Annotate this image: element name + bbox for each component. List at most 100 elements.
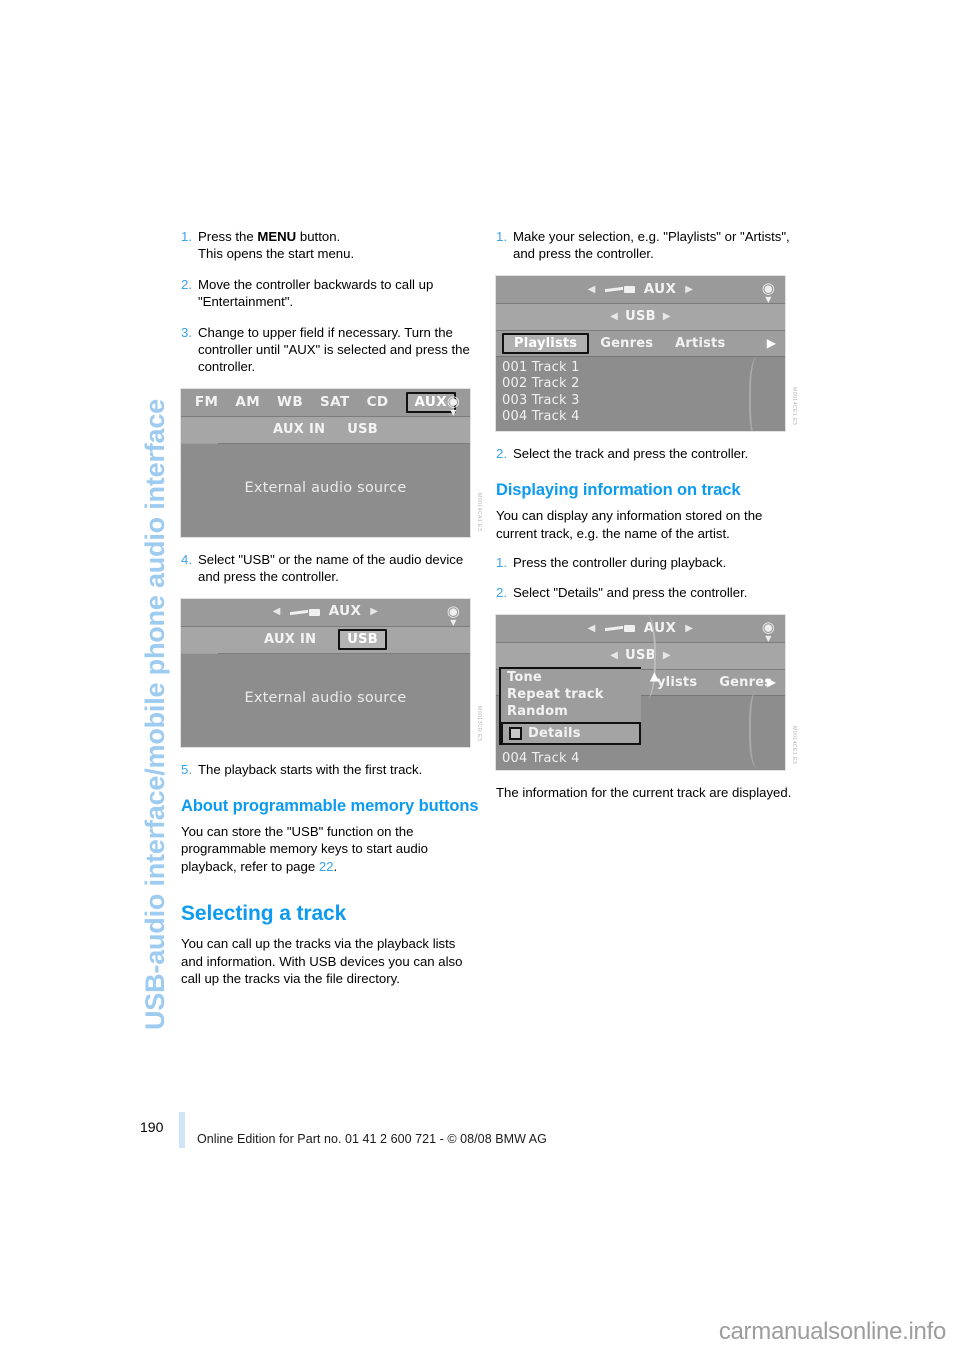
- aux-header-bar: ◀ AUX ▶ ◉ ▼: [181, 598, 470, 627]
- aux-subsource-bar: AUX IN USB: [181, 416, 470, 444]
- popup-up-arrow-icon[interactable]: ▲: [650, 668, 659, 685]
- category-playlists-selected[interactable]: Playlists: [502, 332, 590, 355]
- more-categories-arrow-icon[interactable]: ▶: [767, 335, 776, 352]
- usb-nav: ◀ USB ▶: [610, 308, 671, 325]
- popup-item-random[interactable]: Random: [501, 703, 641, 720]
- figure-options-popup: ◀ AUX ▶ ◉ ▼ ◀ USB ▶ ylists Genres ▶ Tone…: [496, 614, 797, 770]
- popup-item-tone[interactable]: Tone: [501, 669, 641, 686]
- track-list-item[interactable]: 004 Track 4: [502, 409, 785, 426]
- scroll-indicator[interactable]: [749, 690, 769, 768]
- aux-header-center: ◀ AUX ▶: [588, 281, 694, 298]
- idrive-screenshot: ◀ AUX ▶ ◉▼ AUX IN USB Set External audio…: [181, 598, 470, 747]
- usb-subsource-bar: ◀ USB ▶: [496, 303, 785, 331]
- category-genres[interactable]: Genres: [589, 335, 664, 352]
- prev-arrow-icon[interactable]: ◀: [610, 647, 618, 664]
- paragraph-selecting-a-track: You can call up the tracks via the playb…: [181, 936, 463, 987]
- footer-edition-text: Online Edition for Part no. 01 41 2 600 …: [197, 1132, 547, 1146]
- source-tab-bar: FM AM WB SAT CD AUX ◉ ▼: [181, 388, 470, 417]
- next-arrow-icon[interactable]: ▶: [370, 603, 378, 620]
- popup-item-details-selected[interactable]: Details: [501, 721, 641, 745]
- track-list-item[interactable]: 001 Track 1: [502, 360, 785, 377]
- source-tab-cd[interactable]: CD: [367, 394, 389, 411]
- site-watermark: carmanualsonline.info: [718, 1318, 946, 1345]
- aux-header-label: AUX: [643, 280, 677, 297]
- settings-gear-icon[interactable]: ◉ ▼: [443, 602, 464, 627]
- step-number: 2.: [496, 585, 507, 601]
- subsource-aux-in[interactable]: AUX IN: [264, 631, 316, 648]
- track-list-item[interactable]: 003 Track 3: [502, 393, 785, 410]
- external-audio-source-label: External audio source: [244, 689, 407, 706]
- source-tab-sat[interactable]: SAT: [320, 394, 350, 411]
- settings-gear-icon[interactable]: ◉ ▼: [758, 618, 779, 643]
- settings-gear-icon[interactable]: ◉ ▼: [443, 392, 464, 417]
- step-number: 2.: [496, 445, 507, 461]
- prev-arrow-icon[interactable]: ◀: [588, 620, 596, 637]
- aux-header-center: ◀ AUX ▶: [273, 603, 379, 620]
- paragraph-text-end: .: [333, 858, 338, 874]
- subsource-aux-in[interactable]: AUX IN: [273, 421, 325, 438]
- source-tab-am[interactable]: AM: [235, 394, 260, 411]
- next-arrow-icon[interactable]: ▶: [685, 281, 693, 298]
- step-item: 4. Select "USB" or the name of the audio…: [181, 551, 481, 586]
- track-list-item[interactable]: 002 Track 2: [502, 376, 785, 393]
- step-item: 2. Select the track and press the contro…: [496, 445, 796, 462]
- step-number: 3.: [181, 324, 192, 340]
- chapter-title: USB-audio interface/mobile phone audio i…: [140, 399, 170, 1030]
- popup-item-details-label: Details: [528, 725, 581, 741]
- chapter-title-sidebar: USB-audio interface/mobile phone audio i…: [0, 0, 170, 1080]
- external-audio-source-label: External audio source: [244, 479, 407, 496]
- options-popup-menu: Tone Repeat track Random Details ▲: [499, 666, 659, 745]
- step-number: 4.: [181, 551, 192, 567]
- step-item: 2. Move the controller backwards to call…: [181, 276, 481, 311]
- next-arrow-icon[interactable]: ▶: [685, 620, 693, 637]
- step-number: 1.: [496, 555, 507, 571]
- step-item: 1. Make your selection, e.g. "Playlists"…: [496, 228, 796, 263]
- subsource-usb[interactable]: USB: [347, 421, 378, 438]
- track-list: 004 Track 4: [496, 690, 785, 768]
- right-text-column: 1. Make your selection, e.g. "Playlists"…: [496, 228, 797, 813]
- paragraph-programmable-memory: You can store the "USB" function on the …: [181, 823, 481, 875]
- step-text: The playback starts with the first track…: [198, 761, 423, 777]
- source-tabs: FM AM WB SAT CD AUX: [195, 391, 457, 414]
- figure-usb-selection: ◀ AUX ▶ ◉▼ AUX IN USB Set External audio…: [181, 598, 482, 747]
- subsource-usb-selected[interactable]: USB: [338, 628, 388, 651]
- step-number: 1.: [496, 229, 507, 244]
- source-tab-wb[interactable]: WB: [277, 394, 303, 411]
- browse-category-bar: Playlists Genres Artists ▶: [496, 330, 785, 357]
- step-text: Move the controller backwards to call up…: [198, 276, 434, 310]
- step-text: Change to upper field if necessary. Turn…: [198, 324, 470, 375]
- aux-header-bar: ◀ AUX ▶ ◉ ▼: [496, 275, 785, 304]
- figure-reference-code: M0013CR.E3: [476, 705, 482, 741]
- step-text: Select "USB" or the name of the audio de…: [198, 551, 464, 585]
- step-item: 1. Press the controller during playback.: [496, 554, 796, 571]
- footer-rule: [179, 1112, 185, 1148]
- checkbox-icon[interactable]: [509, 726, 522, 740]
- figure-aux-source-selection: FM AM WB SAT CD AUX ◉▼ AUX IN USB Set Ex…: [181, 388, 482, 537]
- scroll-indicator[interactable]: [749, 356, 769, 431]
- category-artists[interactable]: Artists: [664, 335, 736, 352]
- step-text: Press the MENU button. This opens the st…: [198, 228, 481, 263]
- step-item: 1. Press the MENU button. This opens the…: [181, 228, 481, 263]
- paragraph-text: You can store the "USB" function on the …: [181, 824, 428, 874]
- left-text-column: 1. Press the MENU button. This opens the…: [181, 228, 482, 1000]
- paragraph-displaying-information: You can display any information stored o…: [496, 508, 763, 541]
- settings-gear-icon[interactable]: ◉ ▼: [758, 279, 779, 304]
- screen-body: External audio source: [181, 653, 470, 747]
- aux-header-label: AUX: [328, 603, 362, 620]
- idrive-screenshot: ◀ AUX ▶ ◉ ▼ ◀ USB ▶ ylists Genres ▶ Tone…: [496, 614, 785, 770]
- aux-plug-icon: [605, 624, 635, 633]
- prev-arrow-icon[interactable]: ◀: [588, 281, 596, 298]
- aux-plug-icon: [290, 608, 320, 617]
- prev-arrow-icon[interactable]: ◀: [610, 308, 618, 325]
- source-tab-fm[interactable]: FM: [195, 394, 218, 411]
- figure-reference-code: M0014CA1.E3: [476, 492, 482, 531]
- prev-arrow-icon[interactable]: ◀: [273, 603, 281, 620]
- next-arrow-icon[interactable]: ▶: [663, 647, 671, 664]
- next-arrow-icon[interactable]: ▶: [663, 308, 671, 325]
- popup-item-repeat-track[interactable]: Repeat track: [501, 686, 641, 703]
- page-reference-link[interactable]: 22: [319, 859, 334, 874]
- track-list-item[interactable]: 004 Track 4: [502, 751, 785, 768]
- aux-plug-icon: [605, 285, 635, 294]
- more-categories-arrow-icon[interactable]: ▶: [767, 674, 776, 691]
- step-item: 5. The playback starts with the first tr…: [181, 761, 481, 778]
